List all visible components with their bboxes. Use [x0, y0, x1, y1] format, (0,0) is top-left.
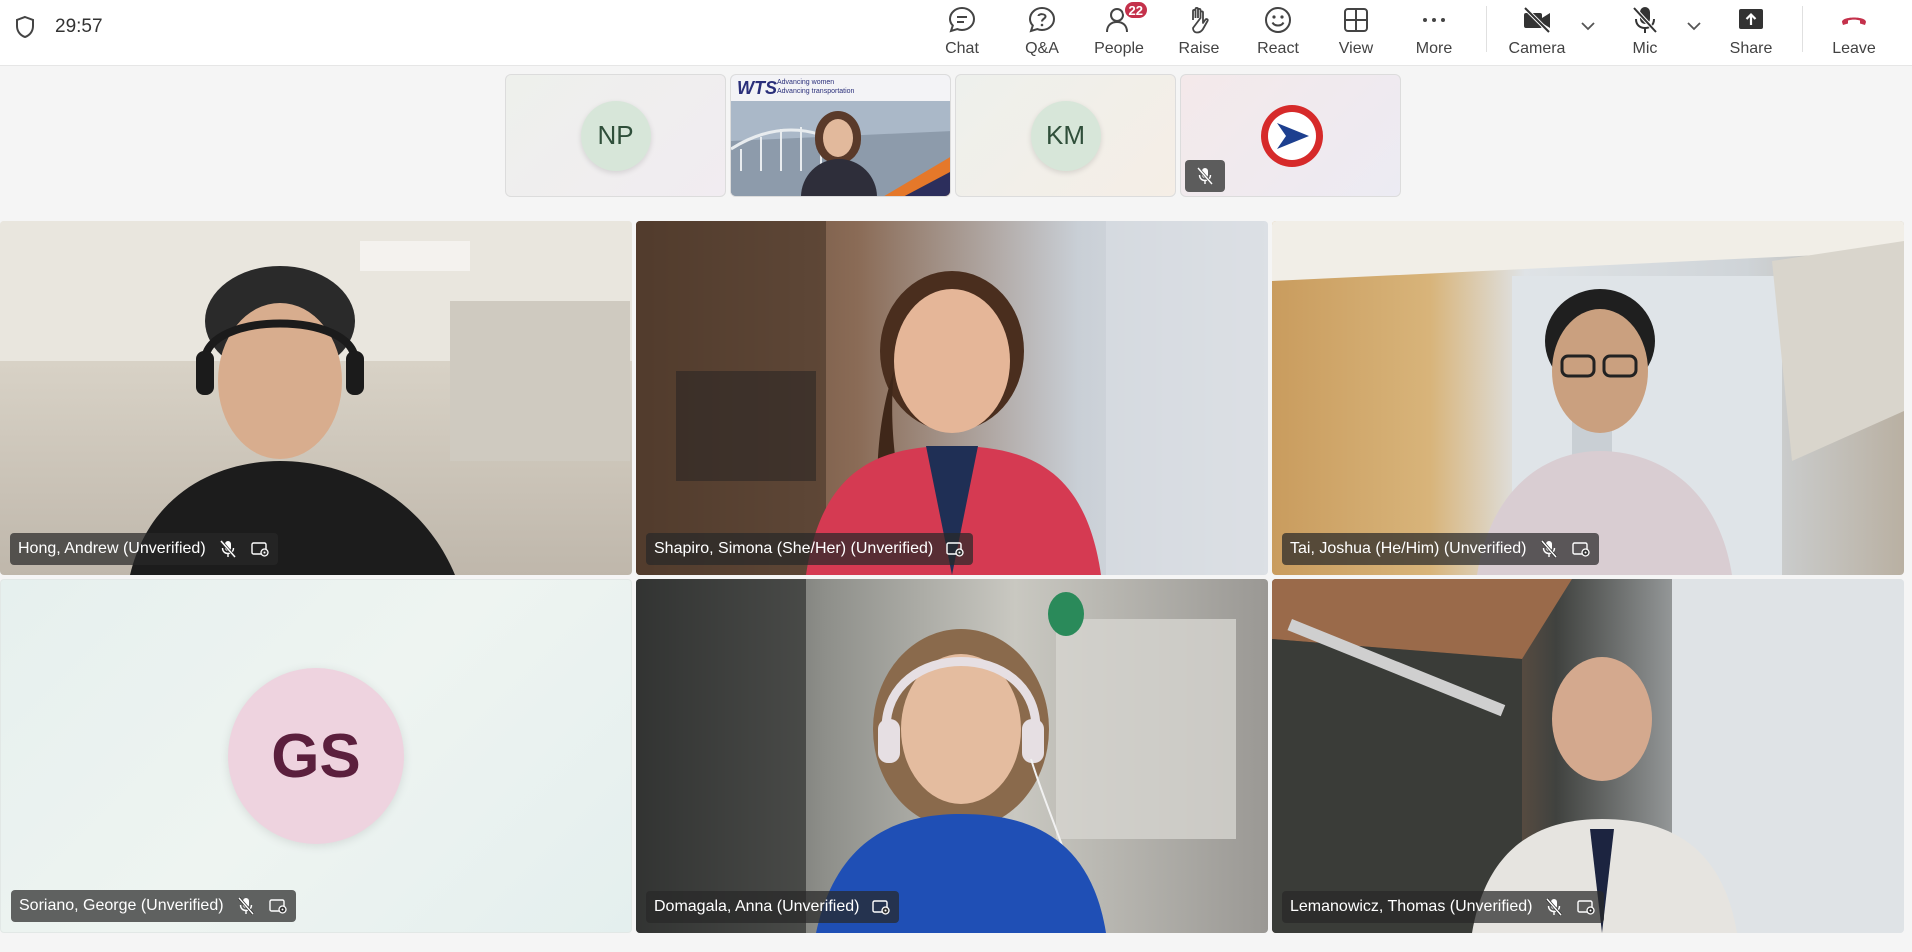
muted-indicator: [1185, 160, 1225, 192]
mic-options-chevron-icon[interactable]: [1684, 16, 1704, 36]
chat-label: Chat: [945, 40, 979, 57]
leave-button[interactable]: Leave: [1832, 0, 1876, 66]
mic-off-icon: [1632, 6, 1658, 34]
avatar: KM: [1030, 100, 1101, 171]
participant-name: Domagala, Anna (Unverified): [654, 898, 860, 915]
participant-name: Soriano, George (Unverified): [19, 897, 224, 914]
view-button[interactable]: View: [1336, 0, 1376, 66]
camera-off-icon: [1523, 6, 1551, 34]
raise-label: Raise: [1178, 40, 1220, 57]
more-button[interactable]: More: [1413, 0, 1455, 66]
toolbar-divider: [1486, 6, 1487, 52]
react-button[interactable]: React: [1257, 0, 1299, 66]
people-count-badge: 22: [1122, 0, 1149, 20]
chat-button[interactable]: Chat: [940, 0, 984, 66]
toolbar-divider: [1802, 6, 1803, 52]
screen-options-icon[interactable]: [871, 897, 891, 917]
video-frame: [1272, 579, 1904, 933]
participant-name-chip: Hong, Andrew (Unverified): [10, 533, 278, 565]
participant-name-chip: Soriano, George (Unverified): [11, 890, 296, 922]
mic-off-icon: [237, 897, 254, 915]
participant-video-tile[interactable]: Shapiro, Simona (She/Her) (Unverified): [636, 221, 1268, 575]
mic-button[interactable]: Mic: [1626, 0, 1664, 66]
video-frame: [0, 221, 632, 575]
participant-video-tile[interactable]: Hong, Andrew (Unverified): [0, 221, 632, 575]
participant-video-tile[interactable]: Lemanowicz, Thomas (Unverified): [1272, 579, 1904, 933]
hang-up-phone-icon: [1842, 17, 1866, 25]
participant-name-chip: Shapiro, Simona (She/Her) (Unverified): [646, 533, 974, 565]
share-button[interactable]: Share: [1730, 0, 1772, 66]
raise-hand-button[interactable]: Raise: [1178, 0, 1220, 66]
avatar: GS: [228, 668, 404, 844]
mic-off-icon: [1196, 167, 1214, 185]
strip-tile-np[interactable]: NP: [505, 74, 726, 197]
participant-video-tile[interactable]: Domagala, Anna (Unverified): [636, 579, 1268, 933]
qa-icon: [1028, 6, 1056, 33]
participant-avatar-tile[interactable]: GS Soriano, George (Unverified): [0, 579, 632, 933]
screen-options-icon[interactable]: [268, 896, 288, 916]
video-frame: [1272, 221, 1904, 575]
participant-name-chip: Lemanowicz, Thomas (Unverified): [1282, 891, 1605, 923]
participant-name-chip: Tai, Joshua (He/Him) (Unverified): [1282, 533, 1599, 565]
meeting-timer: 29:57: [55, 16, 103, 37]
people-label: People: [1094, 40, 1144, 57]
participant-name: Shapiro, Simona (She/Her) (Unverified): [654, 540, 934, 557]
smiley-icon: [1265, 7, 1291, 33]
video-frame: [636, 579, 1236, 933]
qa-button[interactable]: Q&A: [1020, 0, 1064, 66]
qa-label: Q&A: [1025, 40, 1059, 57]
grid-view-icon: [1344, 8, 1368, 32]
participant-video-tile[interactable]: Tai, Joshua (He/Him) (Unverified): [1272, 221, 1904, 575]
screen-options-icon[interactable]: [1576, 897, 1596, 917]
share-screen-icon: [1739, 9, 1763, 29]
more-label: More: [1415, 40, 1453, 57]
wts-banner-text: Advancing women Advancing transportation: [777, 79, 855, 95]
strip-tile-logo[interactable]: [1180, 74, 1401, 197]
mic-label: Mic: [1632, 40, 1658, 57]
mic-off-icon: [1546, 898, 1563, 916]
strip-tile-video[interactable]: WTS Advancing women Advancing transportat…: [730, 74, 951, 197]
shield-icon: [16, 15, 34, 39]
react-label: React: [1257, 40, 1299, 57]
video-frame: [636, 221, 1268, 575]
participant-name: Hong, Andrew (Unverified): [18, 540, 206, 557]
strip-tile-km[interactable]: KM: [955, 74, 1176, 197]
leave-label: Leave: [1832, 40, 1876, 57]
screen-options-icon[interactable]: [1571, 539, 1591, 559]
raise-hand-icon: [1192, 6, 1209, 34]
share-label: Share: [1729, 40, 1773, 57]
chat-icon: [948, 6, 976, 33]
more-dots-icon: [1423, 18, 1445, 22]
person-face: [823, 119, 853, 157]
participant-name: Lemanowicz, Thomas (Unverified): [1290, 898, 1533, 915]
participant-name-chip: Domagala, Anna (Unverified): [646, 891, 900, 923]
wts-logo-text: WTS: [737, 78, 777, 98]
screen-options-icon[interactable]: [250, 539, 270, 559]
meeting-toolbar: 29:57 Chat Q&A 22 People Raise React Vie…: [0, 0, 1912, 66]
camera-label: Camera: [1508, 40, 1566, 57]
camera-button[interactable]: Camera: [1508, 0, 1566, 66]
camera-options-chevron-icon[interactable]: [1578, 16, 1598, 36]
mic-off-icon: [219, 540, 236, 558]
people-button[interactable]: 22 People: [1094, 0, 1149, 66]
screen-options-icon[interactable]: [945, 539, 965, 559]
participant-name: Tai, Joshua (He/Him) (Unverified): [1290, 540, 1527, 557]
organization-logo-icon: [1261, 105, 1323, 167]
mic-off-icon: [1540, 540, 1557, 558]
view-label: View: [1338, 40, 1374, 57]
avatar: NP: [580, 100, 651, 171]
